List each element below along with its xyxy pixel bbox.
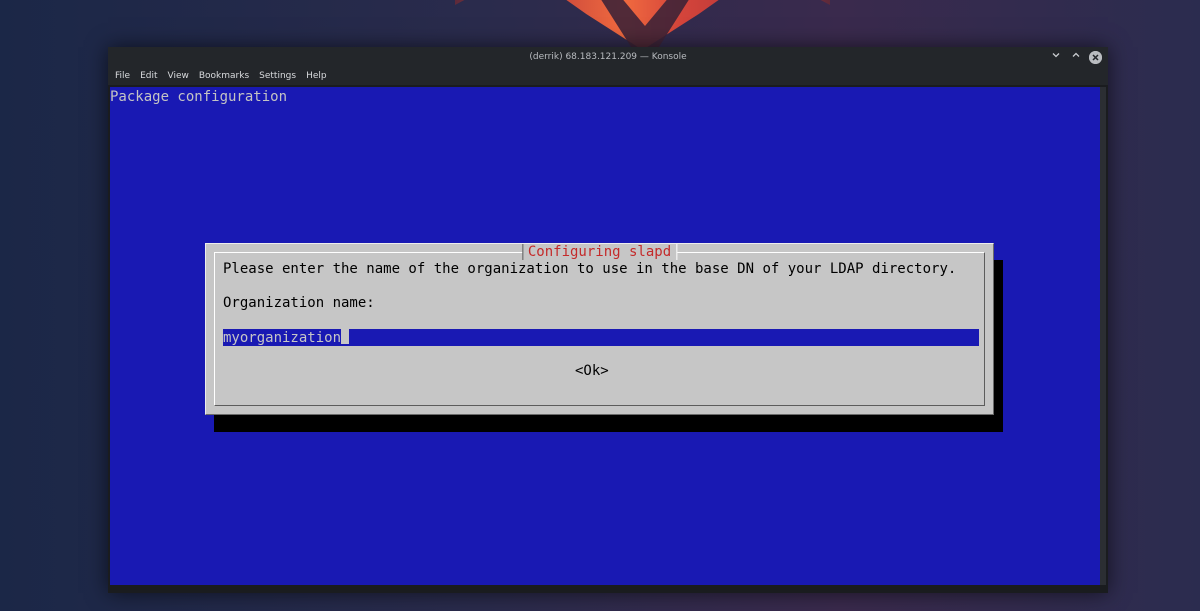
menu-bar: File Edit View Bookmarks Settings Help [108, 67, 1108, 85]
ok-button[interactable]: <Ok> [575, 363, 609, 379]
close-button[interactable] [1089, 50, 1102, 64]
window-controls [1049, 50, 1102, 64]
window-title: (derrik) 68.183.121.209 — Konsole [529, 52, 687, 62]
konsole-window: (derrik) 68.183.121.209 — Konsole File E… [108, 47, 1108, 593]
slapd-config-dialog: Configuring slapd Please enter the name … [205, 243, 994, 415]
organization-name-input[interactable]: myorganization [223, 329, 979, 346]
menu-bookmarks[interactable]: Bookmarks [199, 71, 249, 81]
maximize-button[interactable] [1069, 50, 1083, 64]
menu-edit[interactable]: Edit [140, 71, 157, 81]
dialog-frame: Configuring slapd Please enter the name … [214, 244, 985, 406]
menu-file[interactable]: File [115, 71, 130, 81]
minimize-button[interactable] [1049, 50, 1063, 64]
title-bar[interactable]: (derrik) 68.183.121.209 — Konsole [108, 47, 1108, 67]
close-icon [1089, 50, 1102, 64]
menu-view[interactable]: View [168, 71, 189, 81]
terminal-area[interactable]: Package configuration Configuring slapd … [110, 87, 1100, 585]
terminal-scrollbar[interactable] [1100, 87, 1106, 585]
menu-settings[interactable]: Settings [259, 71, 296, 81]
dialog-prompt: Please enter the name of the organizatio… [223, 261, 957, 277]
chevron-up-icon [1072, 52, 1080, 57]
dialog-title: Configuring slapd [521, 244, 678, 260]
wallpaper-art [455, 0, 830, 50]
package-configuration-header: Package configuration [110, 89, 288, 105]
organization-name-value: myorganization [223, 330, 342, 346]
chevron-down-icon [1052, 53, 1060, 58]
organization-name-label: Organization name: [223, 295, 375, 311]
text-cursor [341, 329, 350, 344]
menu-help[interactable]: Help [306, 71, 327, 81]
